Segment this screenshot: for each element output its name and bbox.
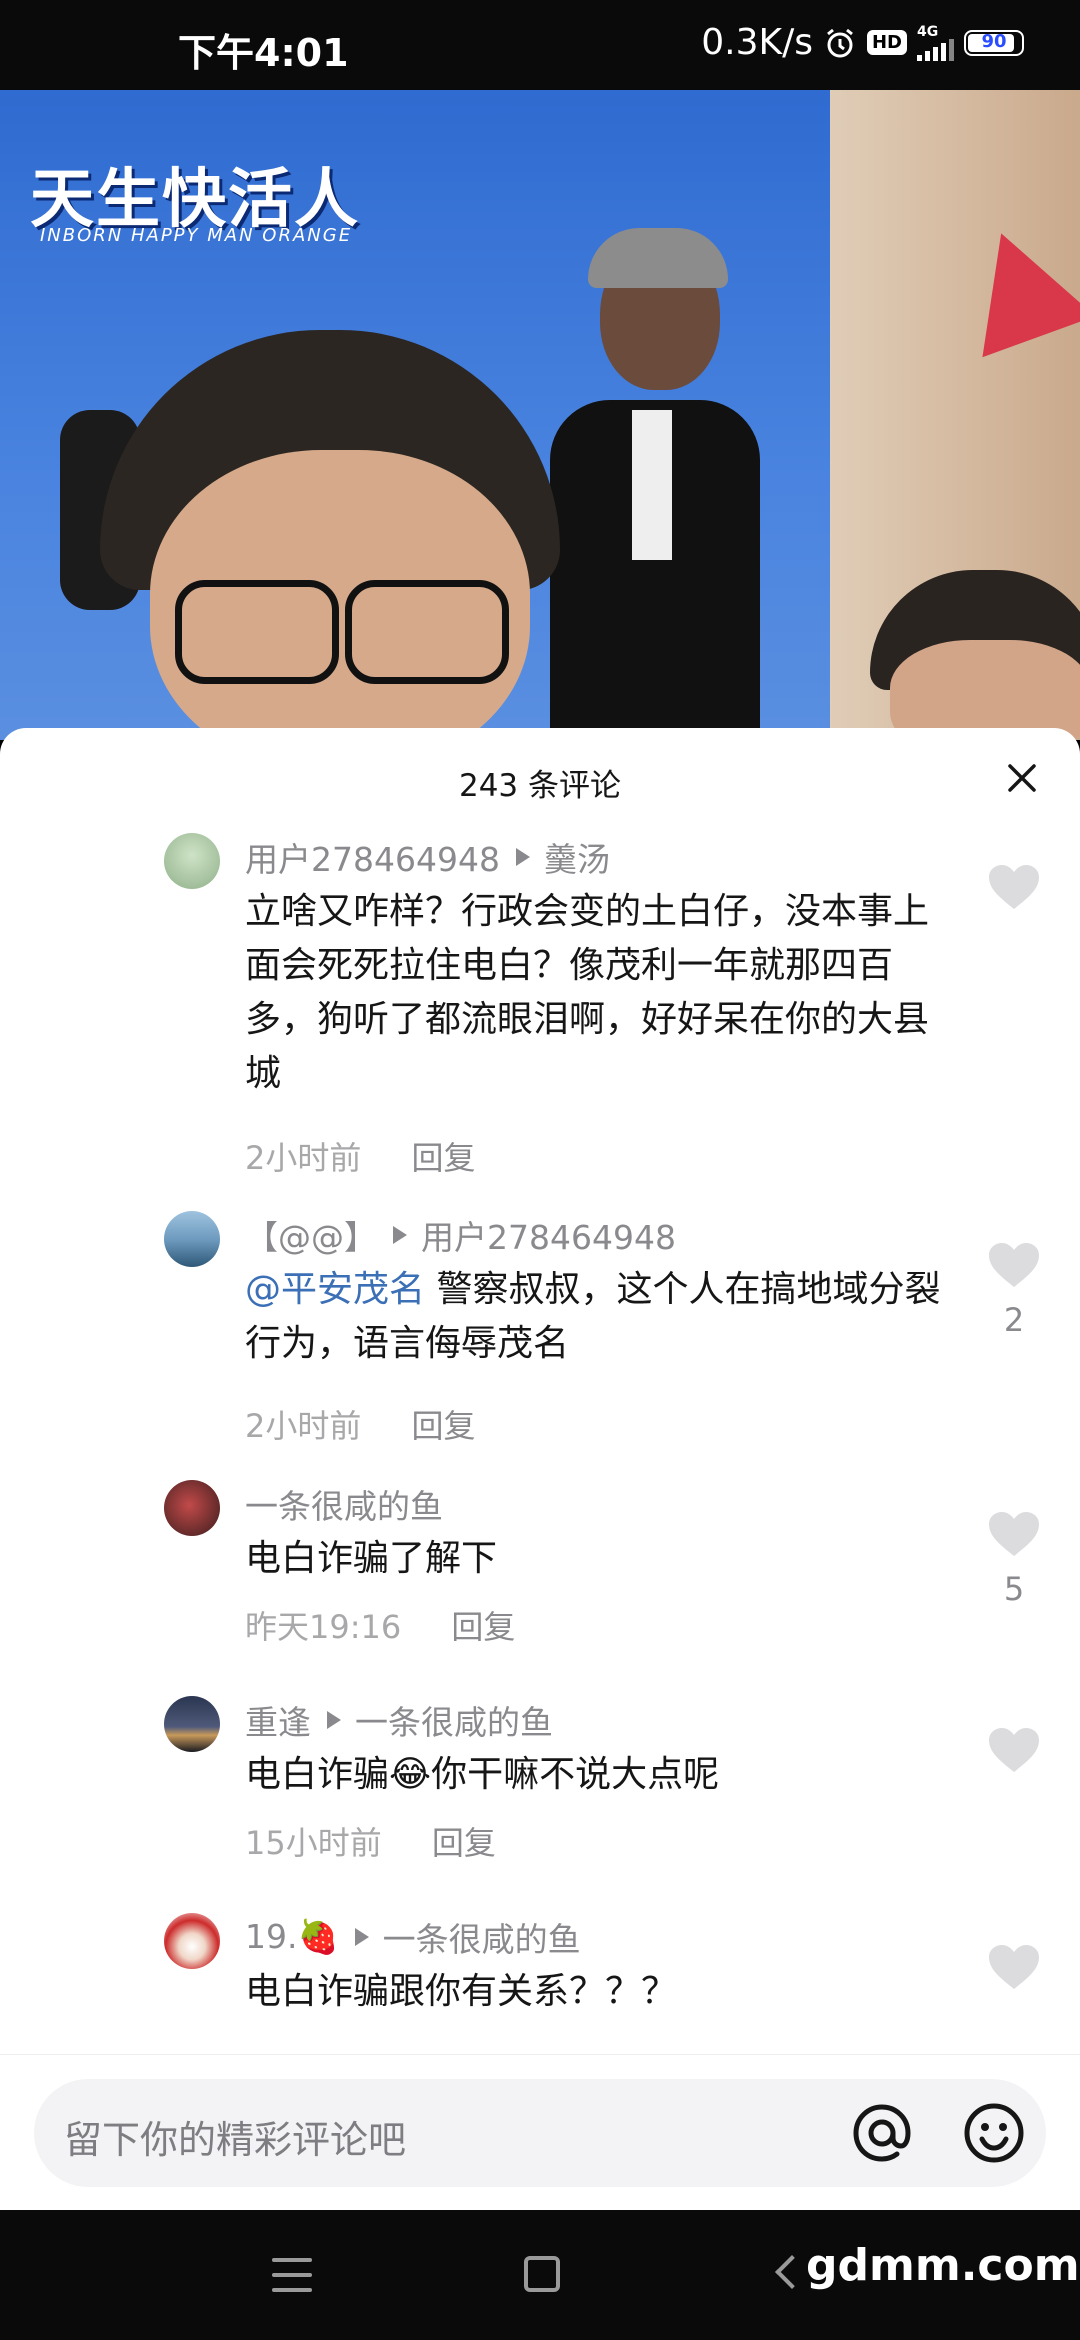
emoji-icon[interactable] xyxy=(958,2097,1030,2169)
like-button[interactable] xyxy=(982,1943,1046,1995)
author-name: 19.🍓 xyxy=(245,1917,339,1956)
avatar[interactable] xyxy=(164,1696,220,1752)
menu-icon[interactable] xyxy=(272,2258,312,2292)
like-button[interactable] xyxy=(982,863,1046,915)
like-button[interactable]: 2 xyxy=(982,1241,1046,1339)
hd-badge: HD xyxy=(866,30,907,55)
heart-icon xyxy=(989,1728,1039,1772)
like-count: 5 xyxy=(1003,1570,1025,1608)
reply-button[interactable]: 回复 xyxy=(451,1608,515,1646)
comment-text[interactable]: @平安茂名 警察叔叔，这个人在搞地域分裂行为，语言侮辱茂名 xyxy=(245,1263,955,1371)
heart-icon xyxy=(989,1512,1039,1556)
avatar[interactable] xyxy=(164,833,220,889)
comment-meta: 2小时前 回复 xyxy=(245,1401,476,1447)
poster-subtitle: INBORN HAPPY MAN ORANGE xyxy=(40,225,353,246)
avatar[interactable] xyxy=(164,1480,220,1536)
author-name: 一条很咸的鱼 xyxy=(245,1487,443,1526)
status-time: 下午4:01 xyxy=(178,31,349,75)
heart-icon xyxy=(989,865,1039,909)
author-name: 重逢 xyxy=(245,1703,311,1742)
host-person xyxy=(60,330,590,740)
comment-author[interactable]: 19.🍓 一条很咸的鱼 xyxy=(245,1913,581,1961)
reply-target-name: 用户278464948 xyxy=(421,1218,676,1257)
avatar[interactable] xyxy=(164,1211,220,1267)
comment-input-bar: 留下你的精彩评论吧 xyxy=(0,2054,1080,2211)
network-type: 4G xyxy=(917,23,939,40)
close-icon[interactable] xyxy=(994,750,1050,806)
comment-time: 昨天19:16 xyxy=(245,1608,402,1646)
mention-link[interactable]: @平安茂名 xyxy=(245,1269,425,1310)
comments-count-title: 243 条评论 xyxy=(458,768,622,804)
comment-author[interactable]: 【@@】 用户278464948 xyxy=(245,1211,676,1259)
watermark: gdmm.com xyxy=(806,2240,1080,2291)
at-icon[interactable] xyxy=(846,2097,918,2169)
comments-sheet: 243 条评论 用户278464948 羹汤 立啥又咋样？行政会变的土白仔，没本… xyxy=(0,728,1080,2210)
reply-button[interactable]: 回复 xyxy=(412,1139,476,1177)
reply-button[interactable]: 回复 xyxy=(432,1824,496,1862)
comment-author[interactable]: 一条很咸的鱼 xyxy=(245,1480,443,1528)
alarm-icon xyxy=(823,26,857,60)
comment-meta: 昨天19:16 回复 xyxy=(245,1602,515,1648)
author-name: 用户278464948 xyxy=(245,840,500,879)
comment-meta: 2小时前 回复 xyxy=(245,1133,476,1179)
like-button[interactable]: 5 xyxy=(982,1510,1046,1608)
reply-button[interactable]: 回复 xyxy=(412,1407,476,1445)
status-right-group: 0.3K/s HD 4G 90 xyxy=(701,22,1024,63)
comment-text[interactable]: 电白诈骗了解下 xyxy=(245,1532,955,1586)
author-name: 【@@】 xyxy=(245,1218,377,1257)
heart-icon xyxy=(989,1243,1039,1287)
comment-time: 2小时前 xyxy=(245,1139,362,1177)
system-nav-bar: gdmm.com xyxy=(0,2210,1080,2340)
comment-time: 15小时前 xyxy=(245,1824,382,1862)
input-placeholder: 留下你的精彩评论吧 xyxy=(64,2118,407,2162)
heart-icon xyxy=(989,1945,1039,1989)
like-button[interactable] xyxy=(982,1726,1046,1778)
reply-target-name: 一条很咸的鱼 xyxy=(382,1920,581,1959)
signal-icon: 4G xyxy=(917,25,954,61)
avatar[interactable] xyxy=(164,1913,220,1969)
reply-arrow-icon xyxy=(515,848,530,866)
reply-target-name: 羹汤 xyxy=(543,840,610,879)
comment-time: 2小时前 xyxy=(245,1407,362,1445)
comment-meta: 15小时前 回复 xyxy=(245,1818,496,1864)
comment-input[interactable]: 留下你的精彩评论吧 xyxy=(34,2079,1046,2187)
comment-text[interactable]: 电白诈骗😂你干嘛不说大点呢 xyxy=(245,1748,955,1802)
like-count: 2 xyxy=(1003,1301,1025,1339)
reply-arrow-icon xyxy=(354,1928,369,1946)
battery-level: 90 xyxy=(981,30,1007,52)
status-bar: 下午4:01 0.3K/s HD 4G 90 xyxy=(0,0,1080,90)
comment-text[interactable]: 立啥又咋样？行政会变的土白仔，没本事上面会死死拉住电白？像茂利一年就那四百多，狗… xyxy=(245,885,955,1101)
home-icon[interactable] xyxy=(524,2256,560,2292)
comment-author[interactable]: 重逢 一条很咸的鱼 xyxy=(245,1696,553,1744)
reply-arrow-icon xyxy=(327,1711,341,1729)
back-icon[interactable] xyxy=(775,2255,809,2289)
battery-icon: 90 xyxy=(964,29,1024,56)
network-speed: 0.3K/s xyxy=(701,22,813,63)
reply-target-name: 一条很咸的鱼 xyxy=(355,1703,553,1742)
guest-person xyxy=(850,570,1080,740)
comment-text[interactable]: 电白诈骗跟你有关系？？？ xyxy=(245,1965,955,2019)
video-player[interactable]: 天生快活人 INBORN HAPPY MAN ORANGE xyxy=(0,90,1080,740)
reply-arrow-icon xyxy=(393,1226,407,1244)
comment-author[interactable]: 用户278464948 羹汤 xyxy=(245,833,610,881)
